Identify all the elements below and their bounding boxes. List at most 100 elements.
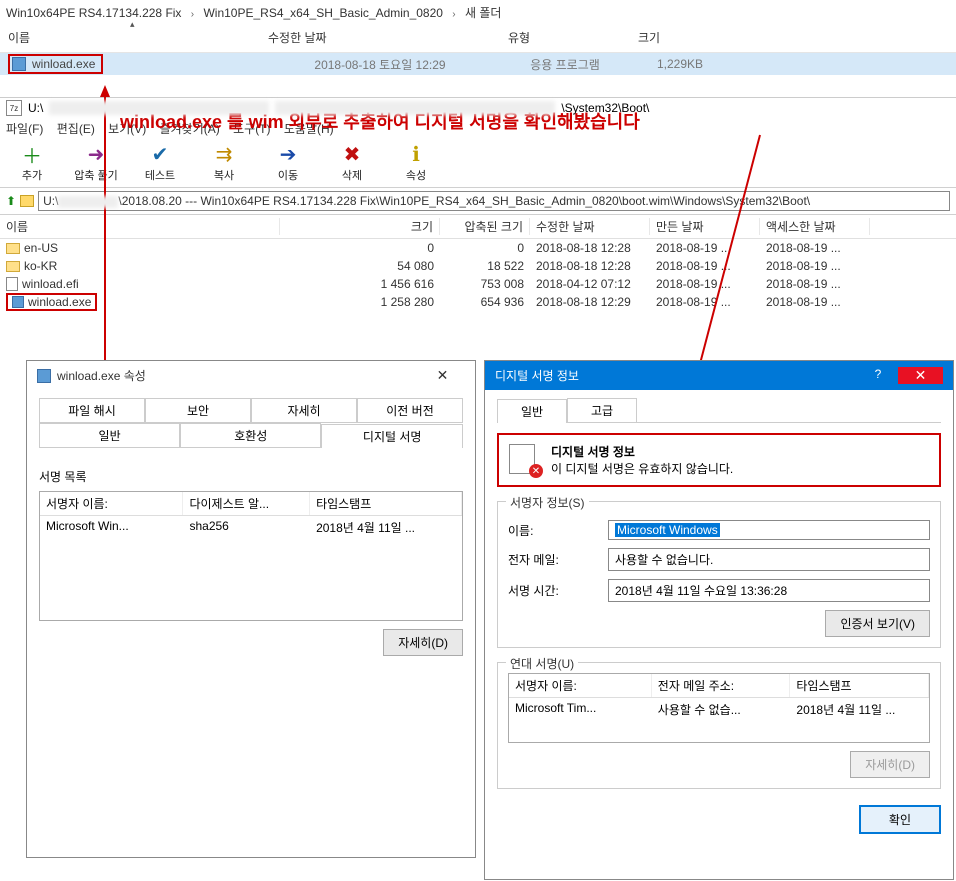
label-name: 이름:	[508, 522, 608, 539]
tab-row-top: 파일 해시 보안 자세히 이전 버전	[39, 398, 463, 423]
pathbar: ⬆ U:\\2018.08.20 --- Win10x64PE RS4.1713…	[0, 188, 956, 215]
signer-info-group: 서명자 정보(S) 이름: Microsoft Windows 전자 메일: 사…	[497, 501, 941, 648]
tab-prev[interactable]: 이전 버전	[357, 398, 463, 422]
list-item[interactable]: winload.exe 1 258 280 654 936 2018-08-18…	[0, 293, 956, 311]
certificate-invalid-icon	[509, 444, 541, 476]
explorer-row[interactable]: winload.exe 2018-08-18 토요일 12:29 응용 프로그램…	[0, 53, 956, 75]
file-size: 1,229KB	[630, 57, 730, 71]
file-icon	[6, 277, 18, 291]
col-accessed[interactable]: 액세스한 날짜	[760, 218, 870, 235]
col-mod[interactable]: 수정한 날짜	[530, 218, 650, 235]
close-icon[interactable]: ✕	[420, 367, 465, 384]
file-list: 이름 크기 압축된 크기 수정한 날짜 만든 날짜 액세스한 날짜 en-US …	[0, 215, 956, 311]
list-item[interactable]: ko-KR 54 080 18 522 2018-08-18 12:28 201…	[0, 257, 956, 275]
th-signer: 서명자 이름:	[509, 674, 652, 697]
countersig-row[interactable]: Microsoft Tim... 사용할 수 없습... 2018년 4월 11…	[509, 698, 929, 721]
value-time[interactable]: 2018년 4월 11일 수요일 13:36:28	[608, 579, 930, 602]
col-name[interactable]: 이름	[0, 29, 260, 46]
col-date[interactable]: 수정한 날짜	[260, 29, 500, 46]
view-cert-button[interactable]: 인증서 보기(V)	[825, 610, 930, 637]
tool-icon: ➔	[277, 143, 299, 165]
tool-label: 이동	[278, 167, 298, 183]
redacted	[49, 101, 269, 115]
dialog-title: 디지털 서명 정보	[495, 367, 579, 384]
tab-digital-signature[interactable]: 디지털 서명	[321, 424, 463, 448]
tabs: 일반 고급	[497, 398, 941, 423]
tab-compat[interactable]: 호환성	[180, 423, 321, 447]
crumb-item[interactable]: 새 폴더	[465, 6, 501, 20]
signature-list-label: 서명 목록	[39, 468, 463, 485]
tab-row-bottom: 일반 호환성 디지털 서명	[39, 423, 463, 448]
group-legend: 서명자 정보(S)	[506, 494, 589, 511]
col-packed[interactable]: 압축된 크기	[440, 218, 530, 235]
properties-dialog: winload.exe 속성 ✕ 파일 해시 보안 자세히 이전 버전 일반 호…	[26, 360, 476, 858]
tool-테스트[interactable]: ✔ 테스트	[138, 143, 182, 183]
file-date: 2018-08-18 토요일 12:29	[260, 56, 500, 73]
tab-general[interactable]: 일반	[497, 399, 567, 423]
countersig-list[interactable]: 서명자 이름: 전자 메일 주소: 타임스탬프 Microsoft Tim...…	[508, 673, 930, 743]
details-button[interactable]: 자세히(D)	[383, 629, 463, 656]
list-item[interactable]: winload.efi 1 456 616 753 008 2018-04-12…	[0, 275, 956, 293]
explorer-columns: 이름 수정한 날짜 유형 크기	[0, 25, 956, 53]
tab-details[interactable]: 자세히	[251, 398, 357, 422]
tool-이동[interactable]: ➔ 이동	[266, 143, 310, 183]
file-type: 응용 프로그램	[500, 56, 630, 73]
tool-icon: ℹ	[405, 143, 427, 165]
tool-label: 복사	[214, 167, 234, 183]
tool-icon: ⇉	[213, 143, 235, 165]
menu-file[interactable]: 파일(F)	[6, 122, 43, 136]
info-title: 디지털 서명 정보	[551, 443, 733, 460]
value-name[interactable]: Microsoft Windows	[608, 520, 930, 540]
tool-복사[interactable]: ⇉ 복사	[202, 143, 246, 183]
col-size[interactable]: 크기	[630, 29, 730, 46]
tool-추가[interactable]: ＋ 추가	[10, 143, 54, 183]
info-message: 이 디지털 서명은 유효하지 않습니다.	[551, 460, 733, 477]
file-name: winload.exe	[32, 57, 95, 71]
tool-label: 추가	[22, 167, 42, 183]
breadcrumb: Win10x64PE RS4.17134.228 Fix › Win10PE_R…	[0, 0, 956, 25]
value-email[interactable]: 사용할 수 없습니다.	[608, 548, 930, 571]
ok-button[interactable]: 확인	[859, 805, 941, 834]
path-input[interactable]: U:\\2018.08.20 --- Win10x64PE RS4.17134.…	[38, 191, 950, 211]
signature-list[interactable]: 서명자 이름: 다이제스트 알... 타임스탬프 Microsoft Win..…	[39, 491, 463, 621]
th-signer: 서명자 이름:	[40, 492, 183, 515]
tool-속성[interactable]: ℹ 속성	[394, 143, 438, 183]
close-icon[interactable]: ✕	[898, 367, 943, 384]
tool-label: 삭제	[342, 167, 362, 183]
th-email: 전자 메일 주소:	[652, 674, 791, 697]
countersig-group: 연대 서명(U) 서명자 이름: 전자 메일 주소: 타임스탬프 Microso…	[497, 662, 941, 789]
label-email: 전자 메일:	[508, 551, 608, 568]
folder-icon	[20, 195, 34, 207]
signature-info-banner: 디지털 서명 정보 이 디지털 서명은 유효하지 않습니다.	[497, 433, 941, 487]
tab-advanced[interactable]: 고급	[567, 398, 637, 422]
tab-general[interactable]: 일반	[39, 423, 180, 447]
th-digest: 다이제스트 알...	[183, 492, 310, 515]
tool-icon: ✖	[341, 143, 363, 165]
up-icon[interactable]: ⬆	[6, 194, 16, 208]
col-size[interactable]: 크기	[280, 218, 440, 235]
chevron-right-icon: ›	[452, 9, 455, 20]
annotation-arrow-icon	[80, 85, 140, 365]
folder-icon	[6, 243, 20, 254]
tool-label: 테스트	[145, 167, 175, 183]
tab-security[interactable]: 보안	[145, 398, 251, 422]
signature-row[interactable]: Microsoft Win... sha256 2018년 4월 11일 ...	[40, 516, 462, 539]
th-timestamp: 타임스탬프	[790, 674, 929, 697]
tool-label: 속성	[406, 167, 426, 183]
dialog-titlebar[interactable]: winload.exe 속성 ✕	[27, 361, 475, 390]
crumb-item[interactable]: Win10x64PE RS4.17134.228 Fix	[6, 6, 181, 20]
title-prefix: U:\	[28, 101, 43, 115]
exe-icon	[37, 369, 51, 383]
tool-삭제[interactable]: ✖ 삭제	[330, 143, 374, 183]
tool-icon: ✔	[149, 143, 171, 165]
tab-hash[interactable]: 파일 해시	[39, 398, 145, 422]
dialog-titlebar[interactable]: 디지털 서명 정보 ? ✕	[485, 361, 953, 390]
help-icon[interactable]: ?	[858, 367, 898, 384]
list-item[interactable]: en-US 0 0 2018-08-18 12:28 2018-08-19 ..…	[0, 239, 956, 257]
crumb-item[interactable]: Win10PE_RS4_x64_SH_Basic_Admin_0820	[203, 6, 442, 20]
col-type[interactable]: 유형	[500, 29, 630, 46]
chevron-right-icon: ›	[191, 9, 194, 20]
tool-icon: ＋	[21, 143, 43, 165]
sevenzip-icon: 7z	[6, 100, 22, 116]
col-name[interactable]: 이름	[0, 218, 280, 235]
